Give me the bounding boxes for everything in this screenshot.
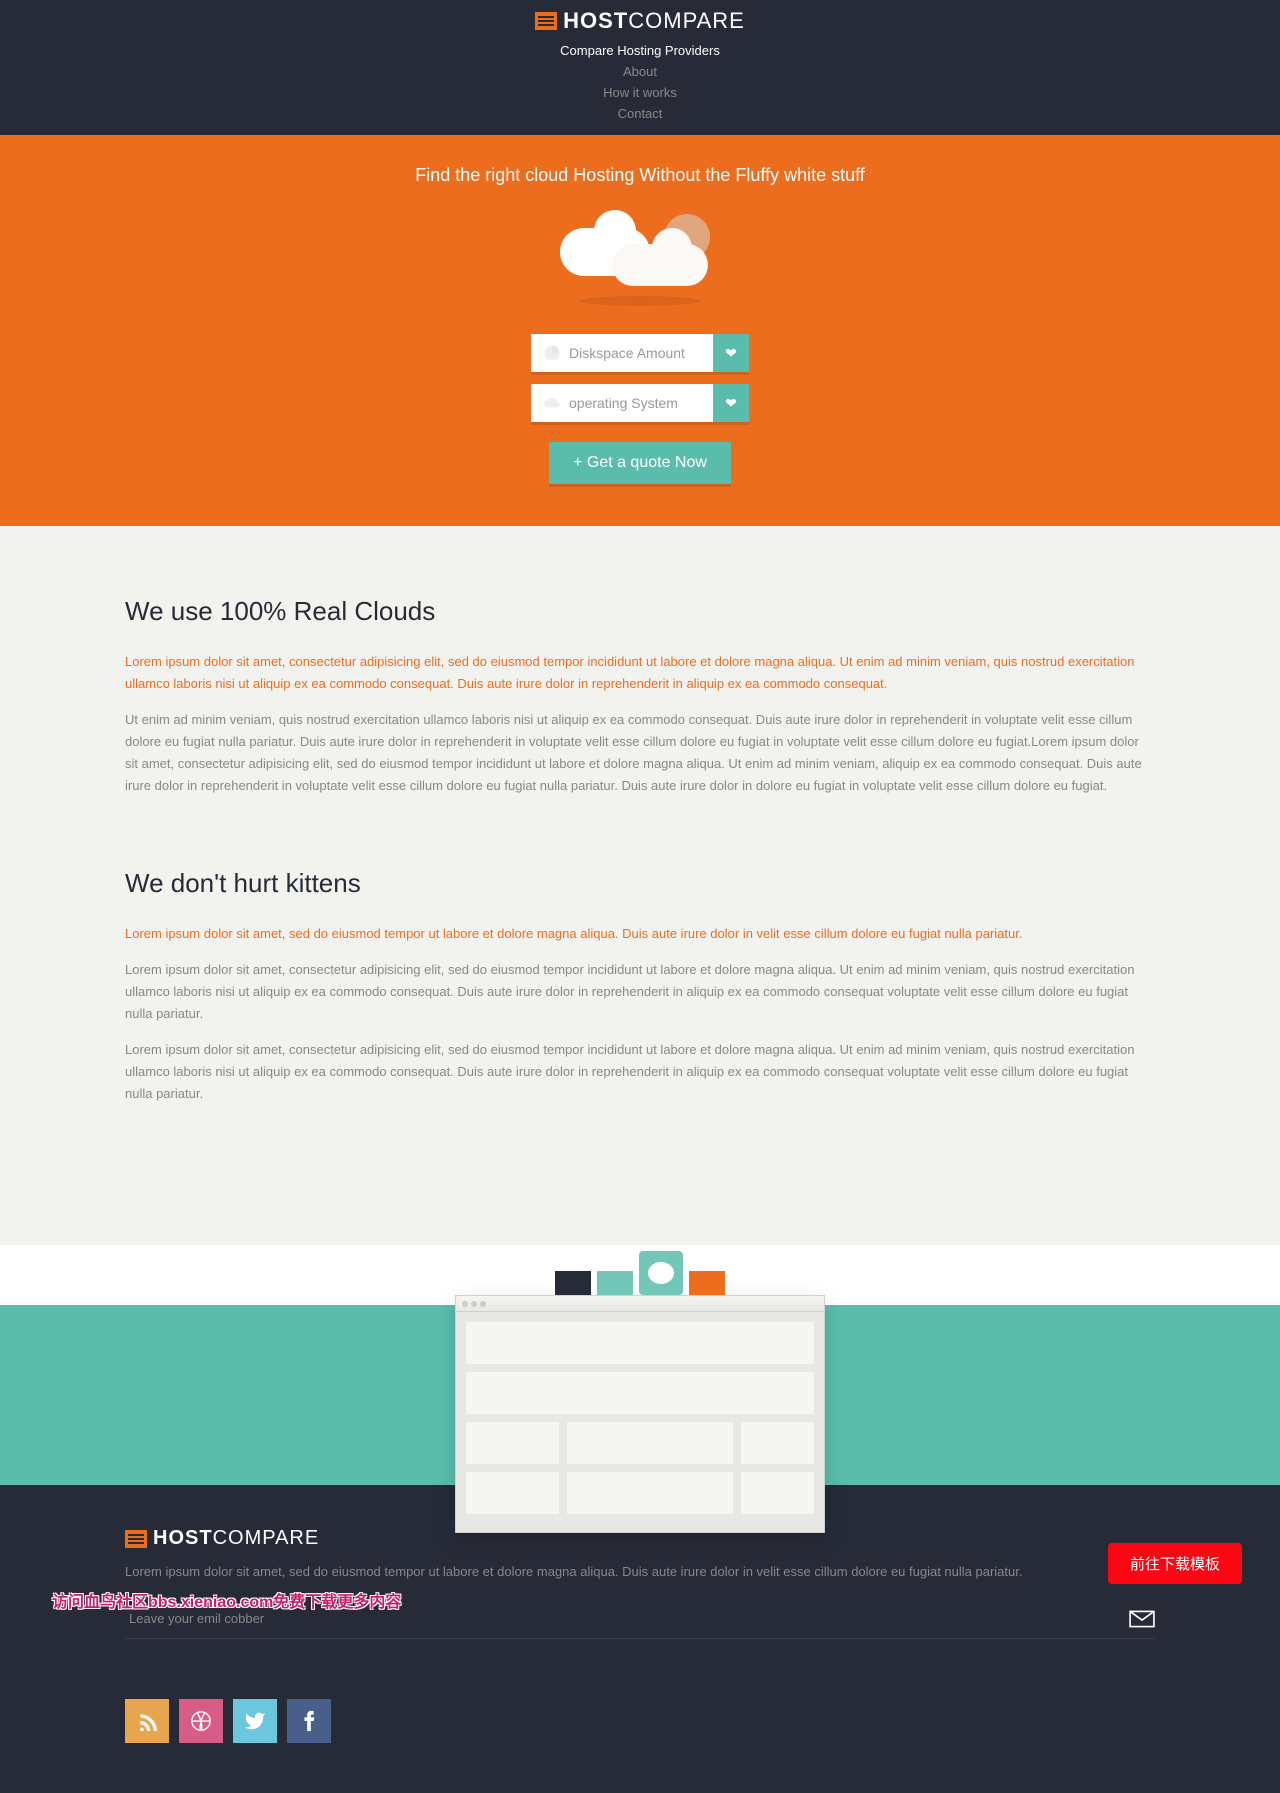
- section-paragraph: Lorem ipsum dolor sit amet, consectetur …: [125, 1039, 1155, 1105]
- content: We use 100% Real Clouds Lorem ipsum dolo…: [65, 526, 1215, 1245]
- header: HOSTCOMPARE Compare Hosting Providers Ab…: [0, 0, 1280, 135]
- get-quote-button[interactable]: + Get a quote Now: [549, 442, 731, 484]
- nav-how-it-works[interactable]: How it works: [0, 83, 1280, 102]
- disk-icon: [543, 344, 561, 362]
- chat-icon: [639, 1251, 683, 1295]
- os-selector-main: operating System: [531, 384, 713, 422]
- nav-about[interactable]: About: [0, 62, 1280, 81]
- section-heading: We don't hurt kittens: [125, 868, 1155, 899]
- nav-compare[interactable]: Compare Hosting Providers: [0, 41, 1280, 60]
- diskspace-selector-main: Diskspace Amount: [531, 334, 713, 372]
- selector-group: Diskspace Amount ❤ operating System ❤ + …: [0, 334, 1280, 484]
- logo-icon: [535, 12, 557, 30]
- footer-logo[interactable]: HOSTCOMPARE: [125, 1527, 319, 1550]
- browser-bar: [456, 1296, 824, 1312]
- chevron-down-icon: ❤: [725, 345, 737, 362]
- twitter-icon[interactable]: [233, 1699, 277, 1743]
- cloud-icon: [612, 244, 708, 286]
- logo-light: COMPARE: [213, 1527, 320, 1549]
- section-kittens: We don't hurt kittens Lorem ipsum dolor …: [125, 868, 1155, 1106]
- browser-frame: [455, 1295, 825, 1533]
- cloud-illustration: [550, 206, 730, 306]
- section-intro: Lorem ipsum dolor sit amet, consectetur …: [125, 651, 1155, 695]
- facebook-icon[interactable]: [287, 1699, 331, 1743]
- diskspace-dropdown-button[interactable]: ❤: [713, 334, 749, 372]
- cloud-shadow: [580, 296, 700, 306]
- social-links: [125, 1699, 1155, 1743]
- logo[interactable]: HOSTCOMPARE: [535, 8, 745, 34]
- dribbble-icon[interactable]: [179, 1699, 223, 1743]
- mail-icon[interactable]: [1129, 1610, 1155, 1628]
- section-paragraph: Ut enim ad minim veniam, quis nostrud ex…: [125, 709, 1155, 797]
- browser-tab: [555, 1271, 591, 1295]
- os-selector[interactable]: operating System ❤: [531, 384, 749, 422]
- chevron-down-icon: ❤: [725, 395, 737, 412]
- section-heading: We use 100% Real Clouds: [125, 596, 1155, 627]
- os-dropdown-button[interactable]: ❤: [713, 384, 749, 422]
- diskspace-selector[interactable]: Diskspace Amount ❤: [531, 334, 749, 372]
- browser-tab: [689, 1271, 725, 1295]
- logo-bold: HOST: [563, 8, 628, 33]
- browser-illustration: [455, 1245, 825, 1533]
- footer-text: Lorem ipsum dolor sit amet, sed do eiusm…: [125, 1564, 1155, 1579]
- rss-icon[interactable]: [125, 1699, 169, 1743]
- overlay-visit-text: 访问血鸟社区bbs.xieniao.com免费下载更多内容: [52, 1588, 401, 1612]
- nav-contact[interactable]: Contact: [0, 104, 1280, 123]
- logo-icon: [125, 1530, 147, 1548]
- section-paragraph: Lorem ipsum dolor sit amet, consectetur …: [125, 959, 1155, 1025]
- download-template-button[interactable]: 前往下载模板: [1108, 1543, 1242, 1584]
- browser-tab: [597, 1271, 633, 1295]
- diskspace-selector-label: Diskspace Amount: [569, 345, 685, 361]
- os-selector-label: operating System: [569, 395, 678, 411]
- logo-bold: HOST: [153, 1527, 213, 1549]
- hero: Find the right cloud Hosting Without the…: [0, 135, 1280, 526]
- section-real-clouds: We use 100% Real Clouds Lorem ipsum dolo…: [125, 596, 1155, 798]
- logo-light: COMPARE: [628, 8, 745, 33]
- section-intro: Lorem ipsum dolor sit amet, sed do eiusm…: [125, 923, 1155, 945]
- hero-title: Find the right cloud Hosting Without the…: [0, 165, 1280, 186]
- main-nav: Compare Hosting Providers About How it w…: [0, 41, 1280, 123]
- browser-section: [0, 1245, 1280, 1485]
- cloud-icon: [543, 394, 561, 412]
